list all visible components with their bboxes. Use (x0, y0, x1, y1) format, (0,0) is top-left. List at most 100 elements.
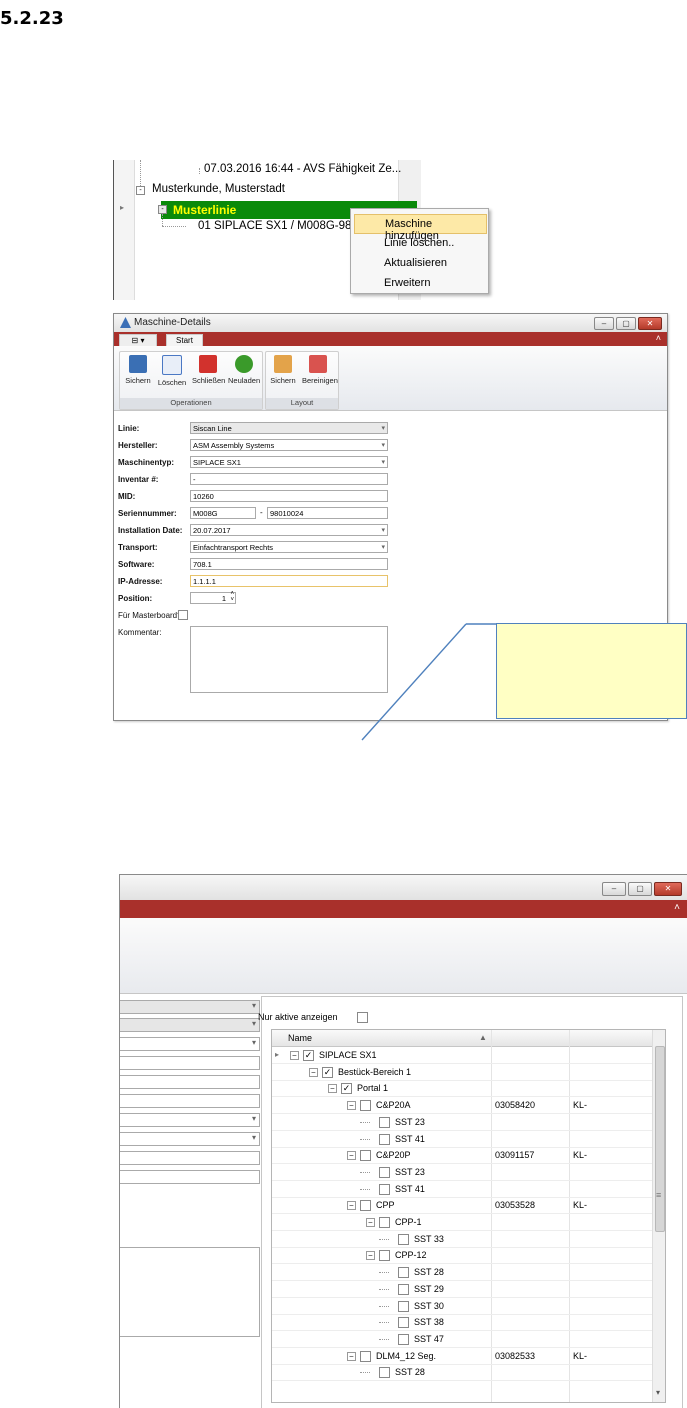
row-checkbox[interactable] (398, 1233, 409, 1245)
table-row[interactable]: – DLM4_12 Seg. 03082533 KL- (272, 1348, 652, 1365)
table-row[interactable]: SST 29 (272, 1281, 652, 1298)
menu-item-delete-line[interactable]: Linie löschen.. (354, 234, 485, 252)
tree-item-report[interactable]: 07.03.2016 16:44 - AVS Fähigkeit Ze... (204, 163, 401, 175)
installation-date-picker[interactable]: 20.07.2017 ▾ (190, 524, 388, 536)
collapse-icon[interactable]: – (328, 1084, 337, 1094)
table-row[interactable]: SST 38 (272, 1314, 652, 1332)
row-checkbox[interactable] (379, 1116, 390, 1128)
maschinentyp-select[interactable]: SIPLACE SX1 ▾ (190, 456, 388, 468)
tree-item-customer[interactable]: Musterkunde, Musterstadt (152, 183, 285, 195)
partial-select[interactable]: ▾ (120, 1113, 260, 1127)
table-row[interactable]: SST 28 (272, 1264, 652, 1282)
close-button[interactable]: ✕ (654, 882, 682, 896)
table-row[interactable]: SST 23 (272, 1114, 652, 1131)
menu-item-expand[interactable]: Erweitern (354, 274, 485, 292)
row-checkbox[interactable] (360, 1200, 371, 1212)
row-checkbox[interactable] (379, 1217, 390, 1228)
collapse-icon[interactable]: – (347, 1151, 356, 1161)
menu-item-add-machine[interactable]: Maschine hinzufügen (354, 214, 487, 242)
table-row[interactable]: – CPP-12 (272, 1247, 652, 1265)
maximize-button[interactable]: ▢ (628, 882, 652, 896)
partial-input[interactable] (120, 1056, 260, 1070)
save-button[interactable]: Sichern (122, 355, 154, 385)
inventar-input[interactable]: - (190, 473, 388, 485)
row-checkbox[interactable]: ✓ (322, 1066, 333, 1078)
row-checkbox[interactable] (398, 1283, 409, 1295)
collapse-icon[interactable]: - (158, 205, 167, 214)
serial-number-input[interactable]: 98010024 (267, 507, 388, 519)
partial-select[interactable]: ▾ (120, 1037, 260, 1051)
row-arrow-icon[interactable]: ▸ (120, 203, 124, 212)
layout-clean-button[interactable]: Bereinigen (302, 355, 338, 385)
partial-input[interactable] (120, 1151, 260, 1165)
row-checkbox[interactable] (360, 1350, 371, 1362)
maximize-button[interactable]: ▢ (616, 317, 636, 330)
row-checkbox[interactable] (360, 1150, 371, 1162)
partial-input[interactable] (120, 1170, 260, 1184)
reload-button[interactable]: Neuladen (228, 355, 260, 385)
collapse-icon[interactable]: – (347, 1201, 356, 1211)
menu-item-refresh[interactable]: Aktualisieren (354, 254, 485, 272)
ribbon-collapse-icon[interactable]: ˄ (674, 902, 680, 913)
delete-button[interactable]: Löschen (156, 355, 188, 387)
vertical-scrollbar[interactable]: ≡ ▾ (652, 1030, 665, 1402)
scroll-down-icon[interactable]: ▾ (656, 1388, 660, 1397)
kommentar-textarea[interactable] (190, 626, 388, 693)
table-row[interactable]: SST 41 (272, 1131, 652, 1148)
collapse-icon[interactable]: – (366, 1251, 375, 1261)
collapse-icon[interactable]: – (347, 1101, 356, 1111)
software-input[interactable]: 708.1 (190, 558, 388, 570)
row-checkbox[interactable] (379, 1133, 390, 1145)
partial-input[interactable] (120, 1075, 260, 1089)
table-row[interactable]: SST 41 (272, 1181, 652, 1198)
row-checkbox[interactable] (398, 1300, 409, 1312)
scroll-thumb[interactable] (655, 1046, 665, 1232)
table-row[interactable]: – ✓ Portal 1 (272, 1080, 652, 1098)
ip-address-input[interactable]: 1.1.1.1 (190, 575, 388, 587)
close-button[interactable]: ✕ (638, 317, 662, 330)
row-checkbox[interactable] (360, 1100, 371, 1112)
table-row[interactable]: – CPP-1 (272, 1214, 652, 1231)
column-header-name[interactable]: Name (288, 1033, 312, 1043)
row-checkbox[interactable]: ✓ (303, 1050, 314, 1061)
table-row[interactable]: – ✓ SIPLACE SX1 (272, 1047, 652, 1064)
row-checkbox[interactable] (379, 1183, 390, 1195)
filter-active-checkbox[interactable] (357, 1012, 368, 1023)
partial-textarea[interactable] (120, 1247, 260, 1337)
position-stepper[interactable]: 1 ˄ ˅ (190, 591, 236, 604)
minimize-button[interactable]: – (602, 882, 626, 896)
row-checkbox[interactable] (379, 1367, 390, 1379)
table-row[interactable]: – C&P20P 03091157 KL- (272, 1147, 652, 1165)
row-checkbox[interactable] (398, 1317, 409, 1329)
table-row[interactable]: SST 47 (272, 1331, 652, 1348)
ribbon-collapse-icon[interactable]: ˄ (656, 333, 661, 343)
row-checkbox[interactable] (379, 1166, 390, 1178)
collapse-icon[interactable]: – (309, 1067, 318, 1077)
table-row[interactable]: – C&P20A 03058420 KL- (272, 1097, 652, 1115)
collapse-icon[interactable]: – (347, 1351, 356, 1361)
masterboard-checkbox[interactable] (178, 610, 188, 620)
table-row[interactable]: – ✓ Bestück-Bereich 1 (272, 1064, 652, 1081)
close-form-button[interactable]: Schließen (192, 355, 225, 385)
row-checkbox[interactable] (398, 1267, 409, 1279)
table-row[interactable]: SST 28 (272, 1364, 652, 1382)
layout-save-button[interactable]: Sichern (267, 355, 299, 385)
hersteller-select[interactable]: ASM Assembly Systems ▾ (190, 439, 388, 451)
mid-input[interactable]: 10260 (190, 490, 388, 502)
collapse-icon[interactable]: – (290, 1051, 299, 1060)
linie-select[interactable]: Siscan Line ▾ (190, 422, 388, 434)
partial-select[interactable]: ▾ (120, 1000, 260, 1014)
serial-prefix-input[interactable]: M008G (190, 507, 256, 519)
partial-select[interactable]: ▾ (120, 1018, 260, 1032)
table-row[interactable]: SST 23 (272, 1164, 652, 1181)
partial-select[interactable]: ▾ (120, 1132, 260, 1146)
row-checkbox[interactable]: ✓ (341, 1083, 352, 1095)
table-row[interactable]: SST 33 (272, 1231, 652, 1248)
row-checkbox[interactable] (379, 1250, 390, 1262)
table-row[interactable]: SST 30 (272, 1298, 652, 1315)
row-checkbox[interactable] (398, 1333, 409, 1345)
transport-select[interactable]: Einfachtransport Rechts ▾ (190, 541, 388, 553)
collapse-icon[interactable]: - (136, 186, 145, 195)
minimize-button[interactable]: – (594, 317, 614, 330)
partial-input[interactable] (120, 1094, 260, 1108)
